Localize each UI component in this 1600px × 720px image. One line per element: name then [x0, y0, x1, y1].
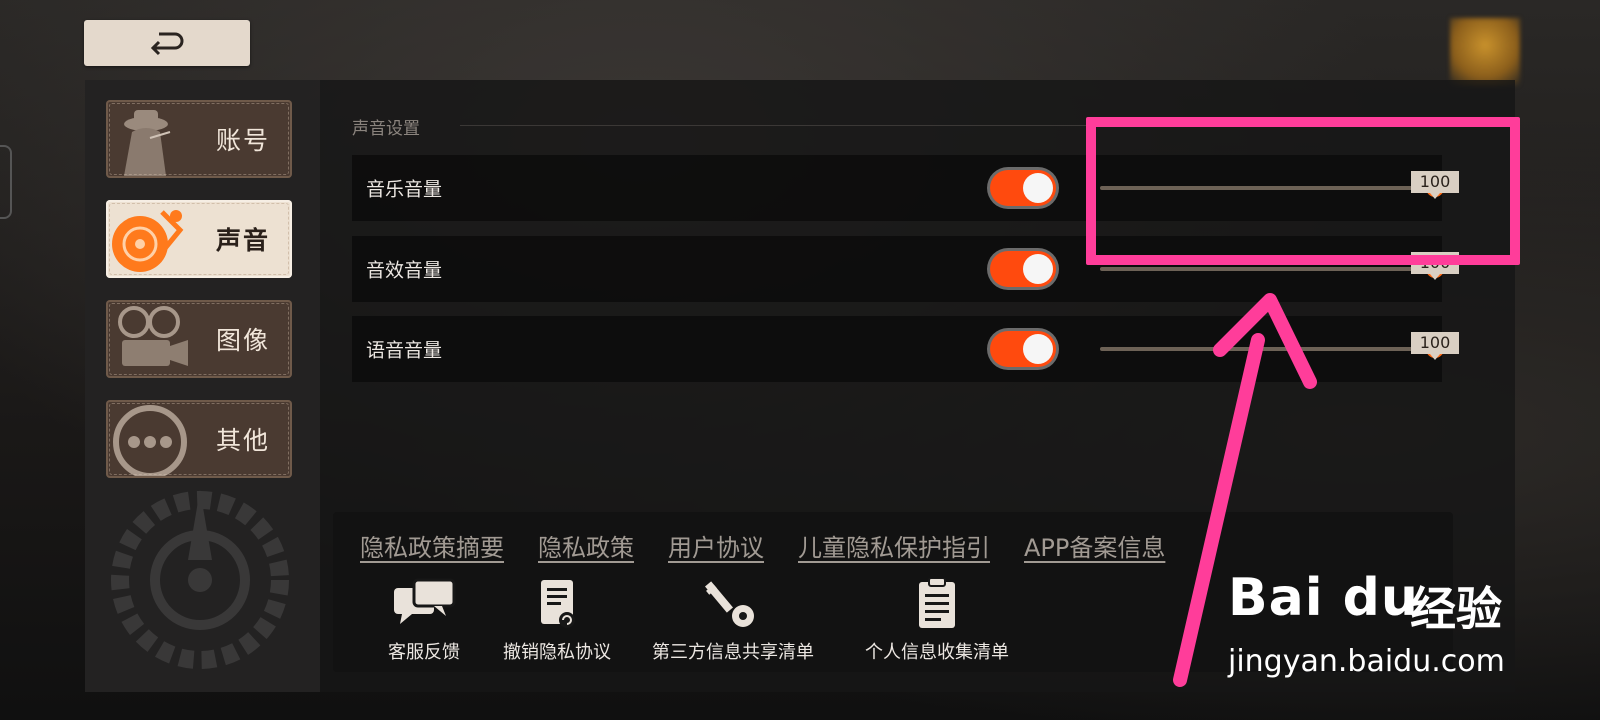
- back-button[interactable]: [84, 20, 250, 66]
- slider-value: 100: [1411, 332, 1459, 360]
- document-revoke-icon: [541, 580, 575, 628]
- watermark-cn: 经验: [1410, 582, 1502, 636]
- more-dots-icon: [113, 405, 187, 476]
- tab-sound[interactable]: 声音: [106, 200, 292, 278]
- left-edge-handle: [0, 145, 12, 219]
- chat-bubbles-icon: [394, 578, 456, 624]
- sfx-volume-slider[interactable]: [1100, 267, 1435, 271]
- toggle-knob: [1023, 254, 1053, 284]
- action-label: 第三方信息共享清单: [652, 642, 814, 663]
- feedback-button[interactable]: 客服反馈: [388, 578, 460, 664]
- voice-volume-slider[interactable]: [1100, 347, 1435, 351]
- link-app-filing[interactable]: APP备案信息: [1024, 528, 1165, 563]
- return-arrow-icon: [150, 32, 184, 56]
- corner-glow: [1450, 18, 1520, 86]
- key-icon: [705, 581, 754, 627]
- third-party-sharing-button[interactable]: 第三方信息共享清单: [652, 578, 814, 664]
- music-toggle[interactable]: [990, 170, 1056, 206]
- action-label: 客服反馈: [388, 642, 460, 663]
- row-label: 语音音量: [366, 339, 443, 362]
- link-user-agreement[interactable]: 用户协议: [668, 528, 764, 563]
- tab-sound-label: 声音: [215, 226, 270, 255]
- tab-graphics-label: 图像: [215, 326, 270, 355]
- link-privacy-summary[interactable]: 隐私政策摘要: [360, 528, 504, 563]
- film-camera-icon: [118, 306, 188, 366]
- annotation-highlight-box: [1086, 117, 1520, 265]
- slider-thumb[interactable]: 100: [1411, 332, 1459, 360]
- toggle-knob: [1023, 334, 1053, 364]
- baidu-watermark: Bai du 经验 jingyan.baidu.com: [1228, 548, 1588, 688]
- watermark-brand: Bai du: [1228, 568, 1419, 628]
- row-label: 音效音量: [366, 259, 443, 282]
- tab-other[interactable]: 其他: [106, 400, 292, 478]
- toggle-knob: [1023, 173, 1053, 203]
- tab-account-label: 账号: [215, 126, 270, 155]
- revoke-privacy-button[interactable]: 撤销隐私协议: [503, 578, 611, 664]
- tab-account[interactable]: 账号: [106, 100, 292, 178]
- link-privacy-policy[interactable]: 隐私政策: [538, 528, 634, 563]
- sfx-toggle[interactable]: [990, 251, 1056, 287]
- section-title: 声音设置: [352, 119, 420, 139]
- setting-row-voice: 语音音量 100: [352, 316, 1459, 382]
- gear-decoration-icon: [111, 490, 289, 669]
- turntable-icon: [112, 210, 184, 272]
- detective-icon: [124, 110, 171, 176]
- policy-links: 隐私政策摘要 隐私政策 用户协议 儿童隐私保护指引 APP备案信息: [360, 528, 1165, 563]
- action-label: 个人信息收集清单: [865, 642, 1009, 663]
- watermark-url: jingyan.baidu.com: [1228, 644, 1505, 679]
- tab-other-label: 其他: [215, 426, 270, 455]
- link-child-privacy[interactable]: 儿童隐私保护指引: [798, 528, 990, 563]
- section-divider: [460, 125, 1100, 126]
- tab-graphics[interactable]: 图像: [106, 300, 292, 378]
- voice-toggle[interactable]: [990, 331, 1056, 367]
- action-label: 撤销隐私协议: [503, 642, 611, 663]
- clipboard-icon: [919, 578, 955, 628]
- personal-info-list-button[interactable]: 个人信息收集清单: [865, 578, 1009, 664]
- row-label: 音乐音量: [366, 178, 443, 201]
